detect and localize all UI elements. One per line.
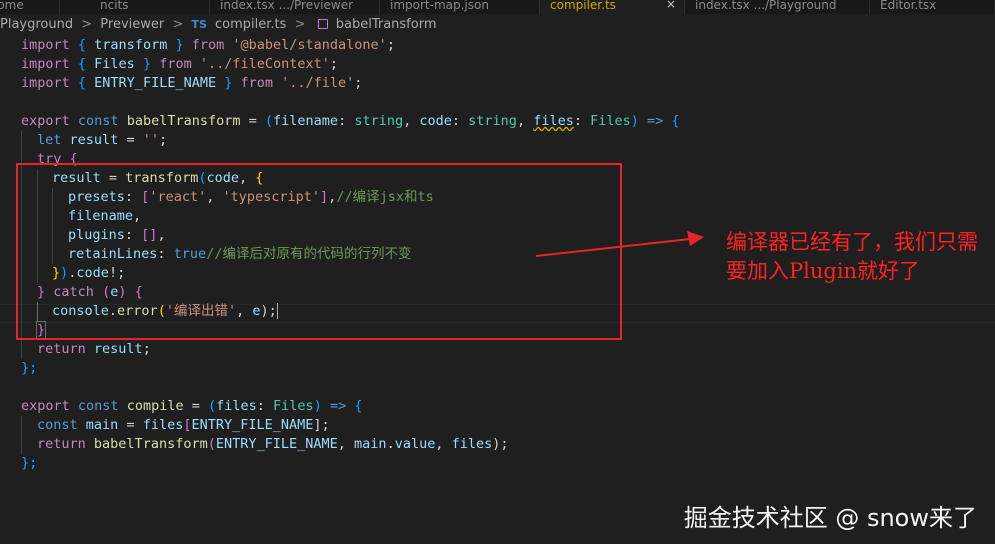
code-line-1: import { transform } from '@babel/standa… bbox=[21, 37, 395, 53]
tab-compiler-ts[interactable]: compiler.ts × bbox=[540, 0, 685, 14]
typescript-file-icon: TS bbox=[191, 18, 207, 31]
close-icon[interactable]: × bbox=[666, 0, 676, 10]
tab-index-previewer[interactable]: index.tsx .../Previewer bbox=[210, 0, 380, 14]
breadcrumb-compiler-ts[interactable]: compiler.ts bbox=[215, 14, 286, 36]
code-line-5: export const babelTransform = (filename:… bbox=[21, 113, 680, 129]
code-line-22: return babelTransform(ENTRY_FILE_NAME, m… bbox=[0, 435, 995, 454]
code-line-21: const main = files[ENTRY_FILE_NAME]; bbox=[0, 416, 995, 435]
chevron-right-icon: > bbox=[172, 17, 184, 32]
tab-index-playground[interactable]: index.tsx .../Playground bbox=[685, 0, 870, 14]
chevron-right-icon: > bbox=[294, 17, 306, 32]
code-line-3: import { ENTRY_FILE_NAME } from '../file… bbox=[21, 75, 363, 91]
annotation-arrow-icon bbox=[535, 231, 704, 257]
code-line-6: let result = ''; bbox=[0, 131, 995, 150]
breadcrumb-playground[interactable]: Playground bbox=[0, 14, 73, 36]
breadcrumb: Playground > Previewer > TS compiler.ts … bbox=[0, 14, 995, 36]
code-line-20: export const compile = (files: Files) =>… bbox=[21, 398, 363, 414]
tab-welcome[interactable]: elcome bbox=[0, 0, 60, 14]
watermark: 掘金技术社区 @ snow来了 bbox=[683, 504, 977, 532]
method-symbol-icon bbox=[317, 19, 328, 29]
code-line-17: return result; bbox=[0, 340, 995, 359]
code-line-2: import { Files } from '../fileContext'; bbox=[21, 56, 339, 72]
tab-import-map[interactable]: import-map.json bbox=[380, 0, 540, 14]
editor-tab-bar: elcome ncits index.tsx .../Previewer imp… bbox=[0, 0, 995, 14]
breadcrumb-previewer[interactable]: Previewer bbox=[100, 14, 164, 36]
chevron-right-icon: > bbox=[81, 17, 93, 32]
annotation-text: 编译器已经有了，我们只需要加入Plugin就好了 bbox=[726, 230, 978, 283]
code-line-23: }; bbox=[21, 455, 38, 471]
code-line-18: }; bbox=[21, 360, 38, 376]
tab-ncits[interactable]: ncits bbox=[90, 0, 210, 14]
breadcrumb-babeltransform[interactable]: babelTransform bbox=[336, 14, 437, 36]
tab-editor-tsx[interactable]: Editor.tsx bbox=[870, 0, 995, 14]
